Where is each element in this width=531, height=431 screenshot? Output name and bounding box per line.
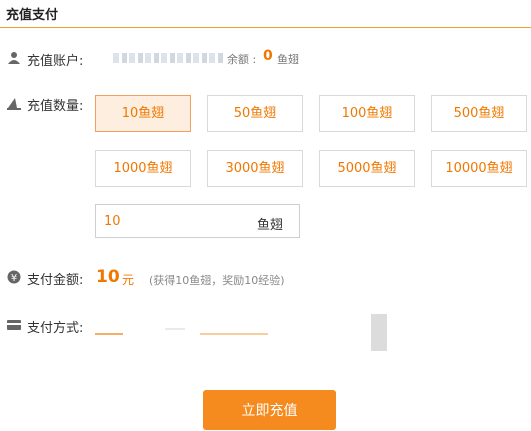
payment-note: (获得10鱼翅，奖励10经验) bbox=[149, 274, 285, 287]
method-label: 支付方式: bbox=[27, 321, 84, 336]
shark-fin-icon bbox=[7, 98, 21, 110]
user-icon bbox=[8, 52, 20, 64]
method-line bbox=[200, 333, 268, 335]
option-3000[interactable]: 3000鱼翅 bbox=[207, 150, 303, 187]
payment-value: 10 bbox=[96, 267, 120, 287]
custom-amount-input[interactable]: 10 鱼翅 bbox=[95, 204, 300, 238]
account-name-masked bbox=[113, 53, 225, 63]
method-line bbox=[95, 333, 123, 335]
balance-unit: 鱼翅 bbox=[277, 53, 299, 66]
balance-value: 0 bbox=[263, 48, 273, 64]
payment-label: 支付金额: bbox=[27, 273, 84, 288]
option-500[interactable]: 500鱼翅 bbox=[431, 95, 527, 132]
option-5000[interactable]: 5000鱼翅 bbox=[319, 150, 415, 187]
quantity-label: 充值数量: bbox=[27, 99, 84, 114]
balance-label: 余额 : bbox=[227, 53, 257, 66]
method-scrollbar[interactable] bbox=[371, 314, 387, 351]
yen-coin-icon: ¥ bbox=[7, 270, 21, 284]
card-icon bbox=[7, 320, 21, 330]
option-10[interactable]: 10鱼翅 bbox=[95, 95, 191, 132]
svg-text:¥: ¥ bbox=[11, 273, 17, 284]
option-100[interactable]: 100鱼翅 bbox=[319, 95, 415, 132]
custom-amount-value: 10 bbox=[104, 214, 121, 229]
payment-unit: 元 bbox=[122, 273, 135, 287]
option-1000[interactable]: 1000鱼翅 bbox=[95, 150, 191, 187]
custom-amount-unit: 鱼翅 bbox=[256, 218, 283, 233]
account-label: 充值账户: bbox=[27, 54, 84, 69]
page-header: 充值支付 bbox=[0, 0, 531, 28]
option-50[interactable]: 50鱼翅 bbox=[207, 95, 303, 132]
method-line bbox=[165, 328, 185, 330]
payment-method-selector[interactable] bbox=[95, 314, 387, 351]
page-title: 充值支付 bbox=[6, 8, 59, 23]
recharge-button[interactable]: 立即充值 bbox=[203, 390, 336, 430]
option-10000[interactable]: 10000鱼翅 bbox=[431, 150, 527, 187]
